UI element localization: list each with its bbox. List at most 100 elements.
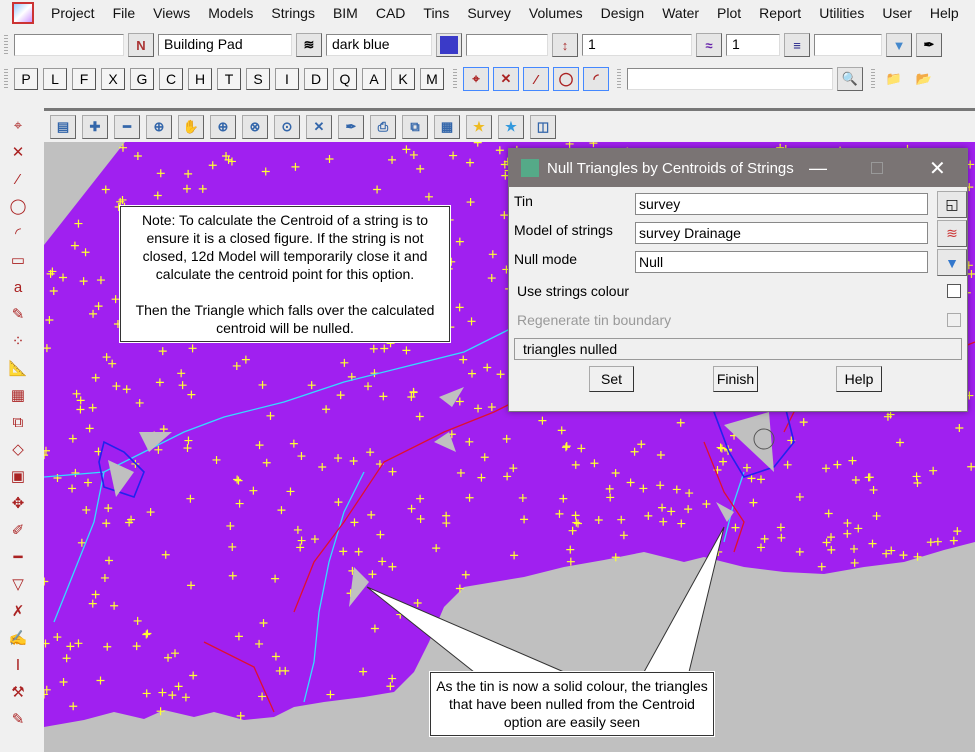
down-tool-icon[interactable]: ▽ [5,572,31,596]
tin-field[interactable]: survey [635,193,928,215]
clean-icon[interactable]: ✕ [306,114,332,139]
snap-mode-m-button[interactable]: M [420,68,444,90]
menu-utilities[interactable]: Utilities [810,5,873,21]
dialog-titlebar[interactable]: Null Triangles by Centroids of Strings —… [509,149,967,187]
circle-tool-icon[interactable]: ◯ [5,194,31,218]
menu-file[interactable]: File [104,5,145,21]
linestyle-icon[interactable]: ≈ [696,33,722,57]
menu-survey[interactable]: Survey [458,5,520,21]
menu-design[interactable]: Design [592,5,654,21]
menu-user[interactable]: User [873,5,921,21]
model-field[interactable]: Building Pad [158,34,292,56]
zoom-extent-icon[interactable]: ⊕ [146,114,172,139]
toolbar-grip[interactable] [617,69,621,89]
snap-mode-a-button[interactable]: A [362,68,386,90]
model-field[interactable]: survey Drainage [635,222,928,244]
tin-select-icon[interactable]: ◱ [937,191,967,218]
grid-icon[interactable]: ▦ [434,114,460,139]
eyedropper-icon[interactable]: ✒ [916,33,942,57]
snap-mode-q-button[interactable]: Q [333,68,357,90]
colour-swatch-button[interactable] [436,33,462,57]
weight-field[interactable]: 1 [726,34,780,56]
extra-field[interactable] [814,34,882,56]
null-mode-dropdown-icon[interactable]: ▼ [937,249,967,276]
dropdown-icon[interactable]: ▼ [886,33,912,57]
line-tool-icon[interactable]: ⁄ [5,167,31,191]
move-tool-icon[interactable]: ✥ [5,491,31,515]
menu-report[interactable]: Report [750,5,810,21]
use-colour-checkbox[interactable] [947,284,961,298]
snap-intersect-icon[interactable]: ✕ [493,67,519,91]
minimize-button[interactable]: — [809,158,827,179]
toolbar-grip[interactable] [871,69,875,89]
snap-mode-s-button[interactable]: S [246,68,270,90]
text-tool-icon[interactable]: a [5,275,31,299]
menu-plot[interactable]: Plot [708,5,750,21]
zoom-in-icon[interactable]: ✚ [82,114,108,139]
snap-arc-icon[interactable]: ◜ [583,67,609,91]
star-icon[interactable]: ★ [466,114,492,139]
zoom-plus-icon[interactable]: ⊕ [210,114,236,139]
image-tool-icon[interactable]: ▣ [5,464,31,488]
snap-mode-k-button[interactable]: K [391,68,415,90]
height-field[interactable] [466,34,548,56]
toolbar-grip[interactable] [4,69,8,89]
info-tool-icon[interactable]: Ⅰ [5,653,31,677]
folder-icon[interactable]: 📁 [881,67,907,91]
height-z-icon[interactable]: ↕ [552,33,578,57]
finish-button[interactable]: Finish [713,366,758,392]
toolbar-grip[interactable] [453,69,457,89]
menu-volumes[interactable]: Volumes [520,5,592,21]
snap-mode-p-button[interactable]: P [14,68,38,90]
snap-mode-h-button[interactable]: H [188,68,212,90]
points-tool-icon[interactable]: ⁘ [5,329,31,353]
colour-field[interactable]: dark blue [326,34,432,56]
menu-views[interactable]: Views [144,5,199,21]
snap-mode-i-button[interactable]: I [275,68,299,90]
delete-tool-icon[interactable]: ✗ [5,599,31,623]
snap-mode-g-button[interactable]: G [130,68,154,90]
zoom-previous-icon[interactable]: ⊙ [274,114,300,139]
menu-bim[interactable]: BIM [324,5,367,21]
search-input[interactable] [627,68,833,90]
search-icon[interactable]: 🔍 [837,67,863,91]
windows-icon[interactable]: ⧉ [402,114,428,139]
snap-point-icon[interactable]: ⌖ [463,67,489,91]
table-tool-icon[interactable]: ▦ [5,383,31,407]
snap-mode-c-button[interactable]: C [159,68,183,90]
regen-checkbox[interactable] [947,313,961,327]
style-field[interactable]: 1 [582,34,692,56]
menu-strings[interactable]: Strings [262,5,324,21]
pan-icon[interactable]: ✋ [178,114,204,139]
zoom-window-icon[interactable]: ⊗ [242,114,268,139]
snap-mode-t-button[interactable]: T [217,68,241,90]
measure-tool-icon[interactable]: 📐 [5,356,31,380]
view-list-icon[interactable]: ▤ [50,114,76,139]
shape-tool-icon[interactable]: ◇ [5,437,31,461]
toolbar-grip[interactable] [4,35,8,55]
view-tool-icon[interactable]: ⧉ [5,410,31,434]
close-button[interactable]: ✕ [929,156,946,181]
snap-mode-d-button[interactable]: D [304,68,328,90]
pen-icon[interactable]: ✒ [338,114,364,139]
menu-cad[interactable]: CAD [367,5,415,21]
snap-mode-f-button[interactable]: F [72,68,96,90]
print-icon[interactable]: ⎙ [370,114,396,139]
menu-project[interactable]: Project [42,5,104,21]
name-n-icon[interactable]: N [128,33,154,57]
help-button[interactable]: Help [836,366,882,392]
set-button[interactable]: Set [589,366,634,392]
name-field[interactable] [14,34,124,56]
weight-icon[interactable]: ≡ [784,33,810,57]
snap-line-icon[interactable]: ⁄ [523,67,549,91]
menu-water[interactable]: Water [653,5,708,21]
snap-circle-icon[interactable]: ◯ [553,67,579,91]
intersect-tool-icon[interactable]: ✕ [5,140,31,164]
null-mode-field[interactable]: Null [635,251,928,273]
model-layers-icon[interactable]: ≋ [937,220,967,247]
paint-tool-icon[interactable]: ✎ [5,302,31,326]
snap-mode-x-button[interactable]: X [101,68,125,90]
notes-tool-icon[interactable]: ✎ [5,707,31,731]
tools-tool-icon[interactable]: ⚒ [5,680,31,704]
ruler-tool-icon[interactable]: ━ [5,545,31,569]
